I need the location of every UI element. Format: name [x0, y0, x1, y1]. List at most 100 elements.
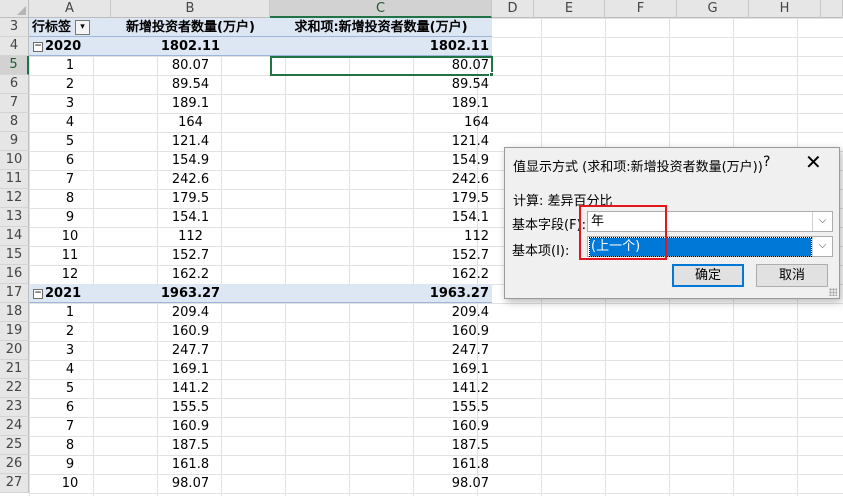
close-icon[interactable]: ✕	[805, 151, 822, 173]
select-all-corner[interactable]	[0, 0, 29, 18]
row-header[interactable]: 15	[0, 246, 29, 265]
cell-value-b[interactable]: 1802.11	[111, 37, 270, 56]
column-header-e[interactable]: E	[534, 0, 605, 18]
month-label[interactable]: 10	[29, 474, 111, 493]
row-header[interactable]: 22	[0, 379, 29, 398]
fill-handle[interactable]	[489, 72, 494, 77]
row-header[interactable]: 12	[0, 189, 29, 208]
column-header-f[interactable]: F	[605, 0, 677, 18]
row-header[interactable]: 27	[0, 474, 29, 493]
row-header[interactable]: 10	[0, 151, 29, 170]
month-label[interactable]: 11	[29, 246, 111, 265]
row-header[interactable]: 8	[0, 113, 29, 132]
month-label[interactable]: 6	[29, 398, 111, 417]
row-header[interactable]: 3	[0, 18, 29, 37]
cell-value-b[interactable]: 1963.27	[111, 284, 270, 303]
month-label[interactable]: 12	[29, 265, 111, 284]
row-header[interactable]: 25	[0, 436, 29, 455]
month-label[interactable]: 2	[29, 322, 111, 341]
row-header[interactable]: 24	[0, 417, 29, 436]
row-header[interactable]: 14	[0, 227, 29, 246]
month-label[interactable]: 7	[29, 170, 111, 189]
month-label[interactable]: 9	[29, 455, 111, 474]
cell-value-c[interactable]: 179.5	[270, 189, 492, 208]
chevron-down-icon[interactable]: ⌵	[812, 212, 832, 231]
cancel-button[interactable]: 取消	[756, 264, 828, 287]
collapse-icon[interactable]: −	[33, 41, 43, 52]
row-header[interactable]: 4	[0, 37, 29, 56]
cell-value-c[interactable]: 154.9	[270, 151, 492, 170]
month-label[interactable]: 8	[29, 189, 111, 208]
month-label[interactable]: 5	[29, 132, 111, 151]
cell-value-c[interactable]: 1802.11	[270, 37, 492, 56]
month-label[interactable]: 2	[29, 75, 111, 94]
cell-value-b[interactable]: 154.9	[111, 151, 270, 170]
year-group-label[interactable]: −2021	[29, 284, 111, 303]
cell-value-c[interactable]: 141.2	[270, 379, 492, 398]
month-label[interactable]: 3	[29, 94, 111, 113]
help-icon[interactable]: ?	[763, 154, 770, 170]
cell-value-b[interactable]: 89.54	[111, 75, 270, 94]
cell-value-c[interactable]: 209.4	[270, 303, 492, 322]
row-header[interactable]: 23	[0, 398, 29, 417]
cell-value-b[interactable]: 164	[111, 113, 270, 132]
resize-grip-icon[interactable]	[829, 288, 837, 296]
cell-value-c[interactable]: 152.7	[270, 246, 492, 265]
month-label[interactable]: 9	[29, 208, 111, 227]
cell-value-c[interactable]: 160.9	[270, 322, 492, 341]
cell-value-b[interactable]: 242.6	[111, 170, 270, 189]
cell-value-c[interactable]: 1963.27	[270, 284, 492, 303]
sum-field-header[interactable]: 求和项:新增投资者数量(万户)	[270, 18, 492, 37]
year-group-label[interactable]: −2020	[29, 37, 111, 56]
collapse-icon[interactable]: −	[33, 288, 43, 299]
cell-value-c[interactable]: 189.1	[270, 94, 492, 113]
cell-value-c[interactable]: 98.07	[270, 474, 492, 493]
cell-value-c[interactable]: 161.8	[270, 455, 492, 474]
cell-value-b[interactable]: 112	[111, 227, 270, 246]
column-header-a[interactable]: A	[29, 0, 111, 18]
cell-value-c[interactable]: 242.6	[270, 170, 492, 189]
month-label[interactable]: 6	[29, 151, 111, 170]
cell-value-b[interactable]: 161.8	[111, 455, 270, 474]
column-header-d[interactable]: D	[492, 0, 534, 18]
month-label[interactable]: 8	[29, 436, 111, 455]
column-header-b[interactable]: B	[111, 0, 270, 18]
cell-value-b[interactable]: 98.07	[111, 474, 270, 493]
cell-value-b[interactable]: 121.4	[111, 132, 270, 151]
month-label[interactable]: 1	[29, 56, 111, 75]
cell-value-b[interactable]: 189.1	[111, 94, 270, 113]
row-header[interactable]: 26	[0, 455, 29, 474]
cell-value-c[interactable]: 164	[270, 113, 492, 132]
cell-value-b[interactable]: 187.5	[111, 436, 270, 455]
month-label[interactable]: 10	[29, 227, 111, 246]
cell-value-c[interactable]: 155.5	[270, 398, 492, 417]
cell-value-b[interactable]: 169.1	[111, 360, 270, 379]
cell-value-b[interactable]: 154.1	[111, 208, 270, 227]
chevron-down-icon[interactable]: ⌵	[812, 237, 832, 256]
cell-value-b[interactable]: 152.7	[111, 246, 270, 265]
cell-value-b[interactable]: 160.9	[111, 417, 270, 436]
cell-value-b[interactable]: 141.2	[111, 379, 270, 398]
column-header-g[interactable]: G	[677, 0, 749, 18]
row-header[interactable]: 20	[0, 341, 29, 360]
cell-value-b[interactable]: 160.9	[111, 322, 270, 341]
month-label[interactable]: 7	[29, 417, 111, 436]
row-header[interactable]: 11	[0, 170, 29, 189]
row-header[interactable]: 19	[0, 322, 29, 341]
month-label[interactable]: 3	[29, 341, 111, 360]
ok-button[interactable]: 确定	[672, 264, 744, 287]
cell-value-b[interactable]: 209.4	[111, 303, 270, 322]
cell-value-c[interactable]: 89.54	[270, 75, 492, 94]
row-labels-header[interactable]: 行标签 ▾	[29, 18, 111, 37]
month-label[interactable]: 4	[29, 360, 111, 379]
cell-value-c[interactable]: 169.1	[270, 360, 492, 379]
cell-value-b[interactable]: 155.5	[111, 398, 270, 417]
month-label[interactable]: 4	[29, 113, 111, 132]
row-header[interactable]: 17	[0, 284, 29, 303]
column-header-field[interactable]: 新增投资者数量(万户)	[111, 18, 270, 37]
row-header[interactable]: 16	[0, 265, 29, 284]
column-header-h[interactable]: H	[749, 0, 821, 18]
row-header[interactable]: 9	[0, 132, 29, 151]
cell-value-b[interactable]: 162.2	[111, 265, 270, 284]
cell-value-c[interactable]: 121.4	[270, 132, 492, 151]
